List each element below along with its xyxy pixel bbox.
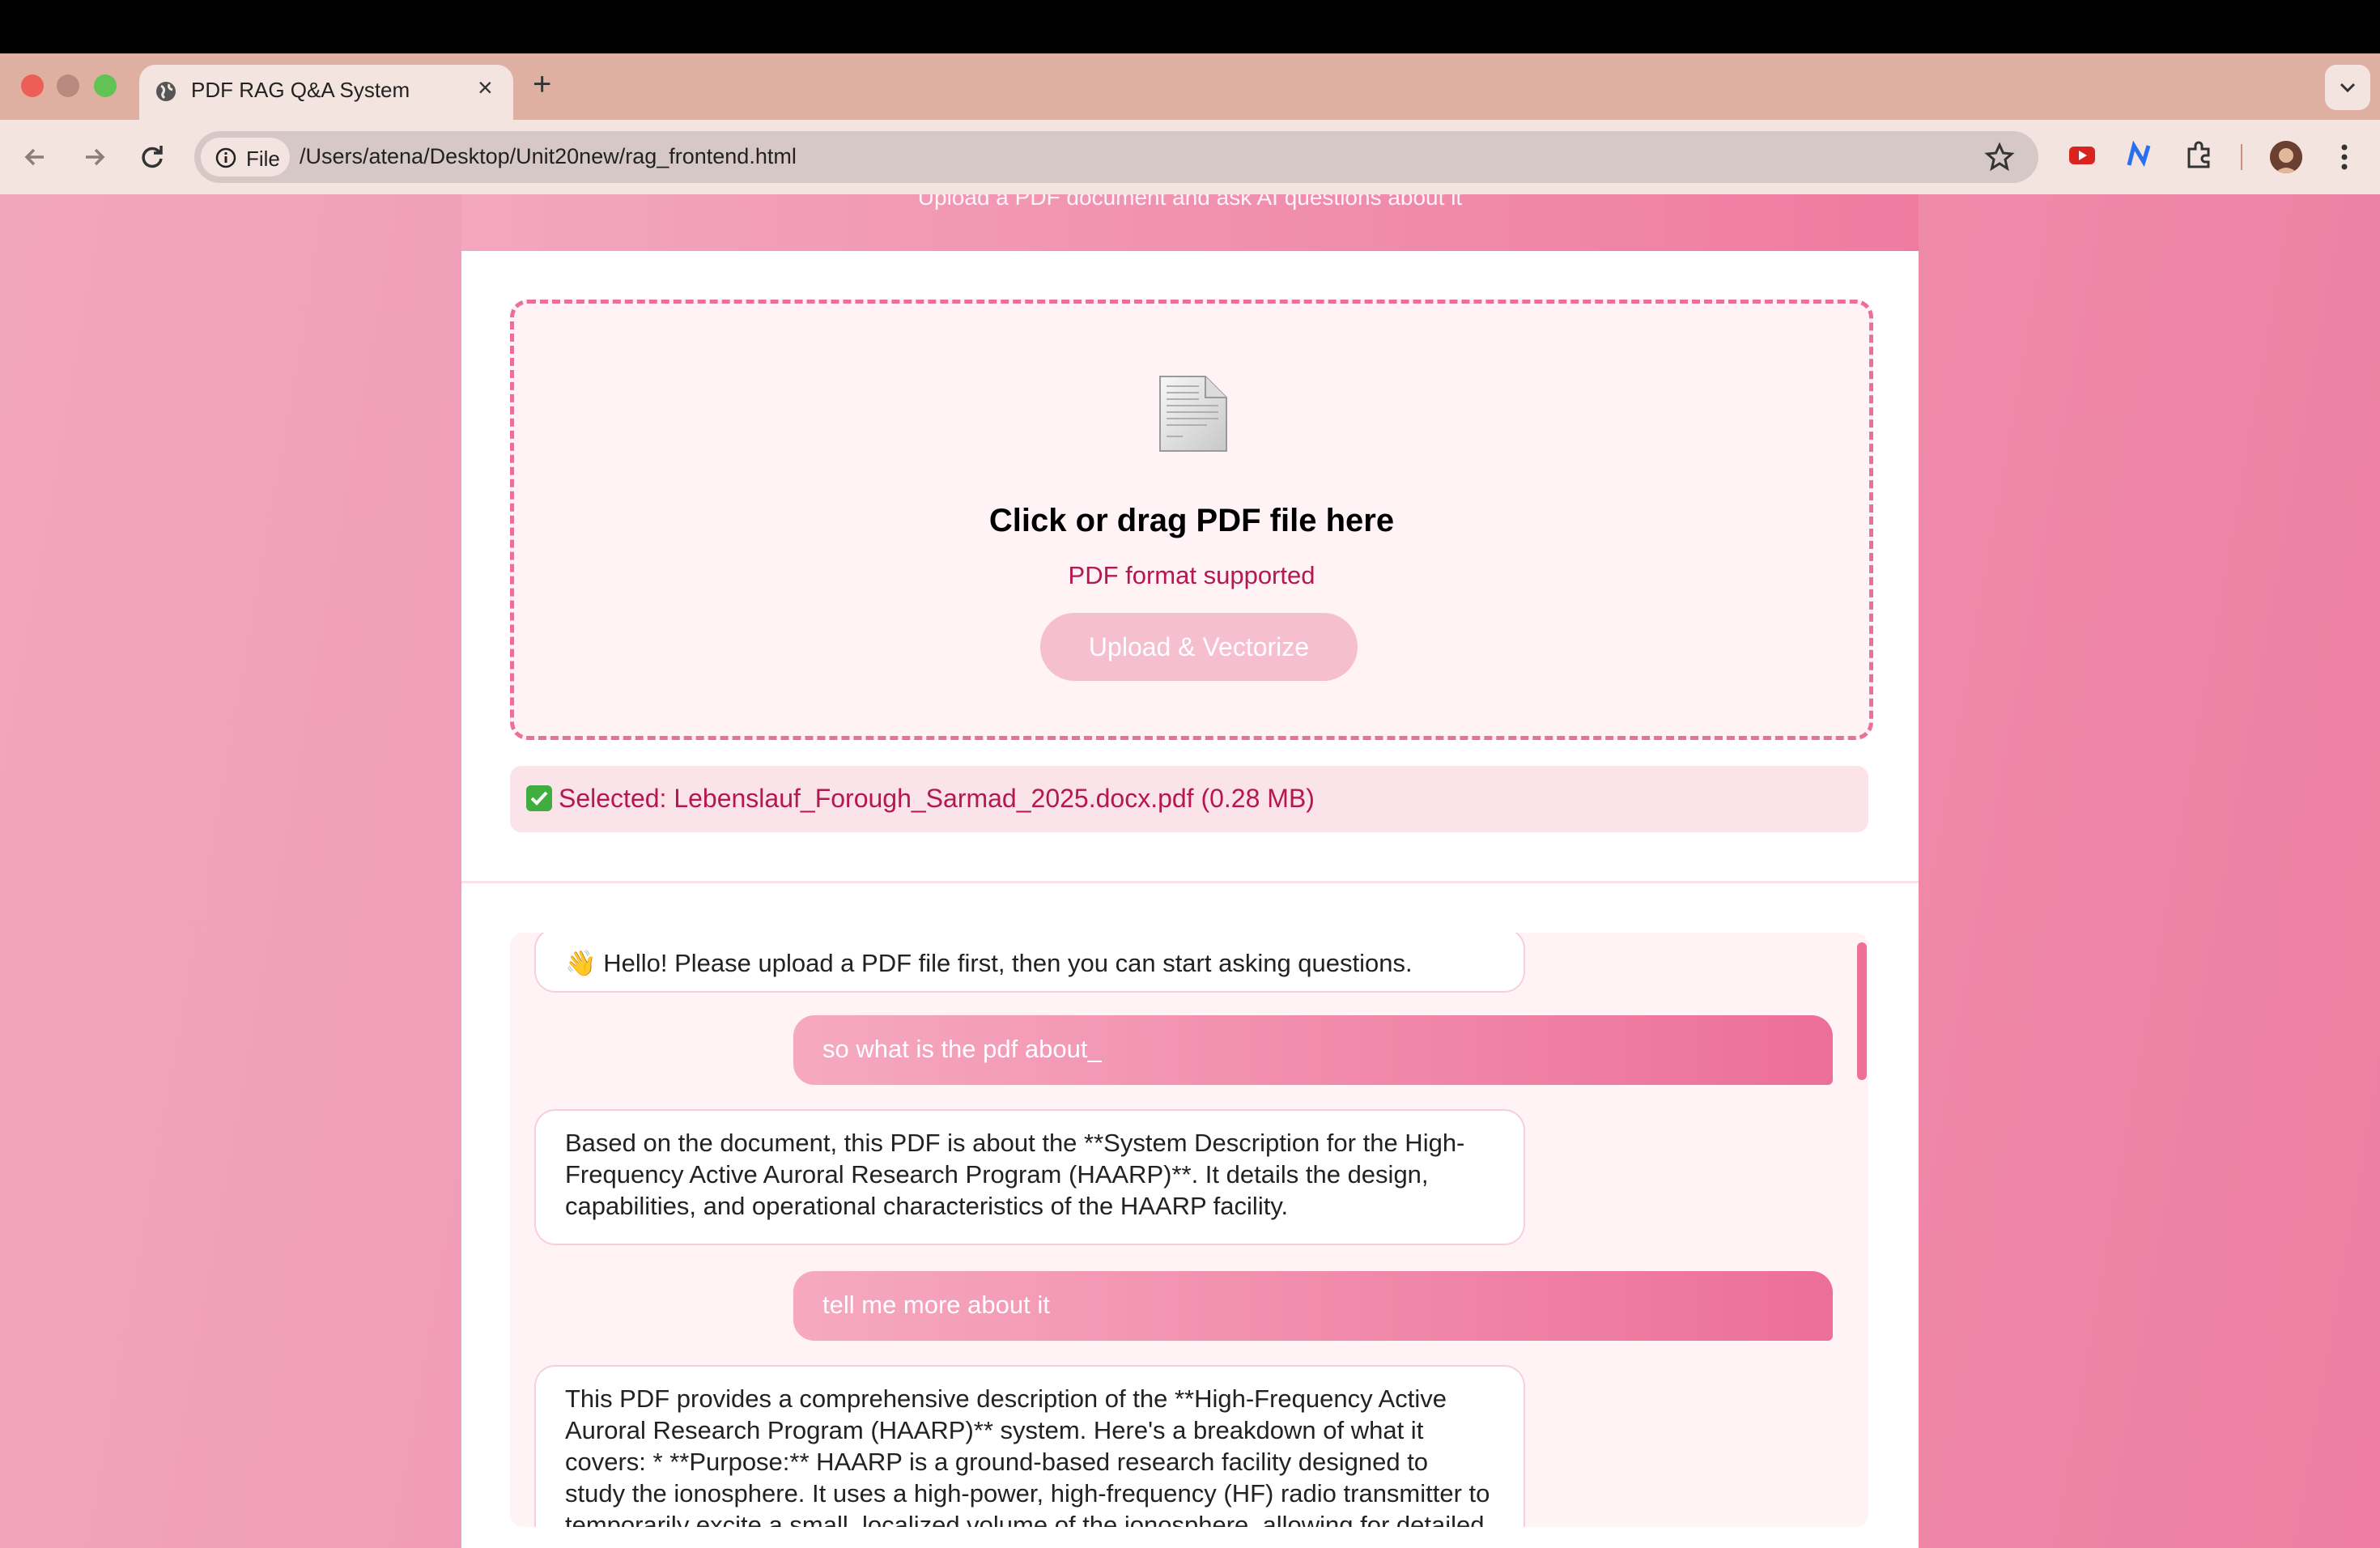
section-divider [461,881,1919,883]
bot-message: This PDF provides a comprehensive descri… [534,1365,1525,1527]
selected-file-text: Selected: Lebenslauf_Forough_Sarmad_2025… [559,784,1315,813]
pdf-dropzone[interactable]: Click or drag PDF file here PDF format s… [510,300,1873,740]
profile-avatar[interactable] [2270,141,2302,173]
bot-message: Based on the document, this PDF is about… [534,1109,1525,1245]
tab-title: PDF RAG Q&A System [191,78,410,102]
avatar-image [2270,141,2302,173]
globe-icon [156,82,176,101]
bookmark-star-icon[interactable] [1982,139,2017,175]
toolbar-divider [2241,144,2242,170]
forward-icon[interactable] [76,139,112,175]
upload-section: Click or drag PDF file here PDF format s… [461,251,1919,882]
dropzone-title: Click or drag PDF file here [988,503,1395,538]
site-info-label: File [246,147,280,171]
bot-message: 👋 Hello! Please upload a PDF file first,… [534,933,1525,993]
user-message: so what is the pdf about_ [793,1015,1833,1085]
header-subtitle: Upload a PDF document and ask AI questio… [917,194,1463,210]
new-tab-button[interactable]: + [533,66,551,103]
n-extension-icon[interactable] [2123,139,2155,172]
app-container: Upload a PDF document and ask AI questio… [461,194,1919,1548]
dropzone-subtitle: PDF format supported [1068,561,1315,589]
system-menu-bar [0,0,2380,53]
check-mark-icon [526,785,552,811]
back-icon[interactable] [19,139,55,175]
selected-file-status: Selected: Lebenslauf_Forough_Sarmad_2025… [510,766,1868,832]
reload-icon[interactable] [134,139,170,175]
browser-tab[interactable]: PDF RAG Q&A System × [139,65,513,120]
chevron-down-icon [2340,83,2356,93]
user-message: tell me more about it [793,1271,1833,1341]
youtube-extension-icon[interactable] [2066,139,2098,172]
chat-scrollbar[interactable] [1857,942,1867,1080]
app-header: Upload a PDF document and ask AI questio… [461,194,1919,251]
puzzle-extensions-icon[interactable] [2182,139,2215,172]
upload-vectorize-button[interactable]: Upload & Vectorize [1040,613,1358,681]
maximize-window-button[interactable] [94,74,117,97]
url-text: /Users/atena/Desktop/Unit20new/rag_front… [300,144,797,168]
chat-window[interactable]: 👋 Hello! Please upload a PDF file first,… [510,933,1868,1527]
page-background: Upload a PDF document and ask AI questio… [0,194,2380,1548]
document-icon [1159,376,1227,452]
tab-search-button[interactable] [2325,65,2370,110]
site-info-chip[interactable]: File [201,138,290,176]
browser-menu-icon[interactable] [2336,139,2352,175]
close-window-button[interactable] [21,74,44,97]
minimize-window-button[interactable] [57,74,79,97]
info-icon [215,147,236,168]
tab-close-icon[interactable]: × [478,73,493,103]
address-bar[interactable]: File /Users/atena/Desktop/Unit20new/rag_… [194,131,2038,183]
